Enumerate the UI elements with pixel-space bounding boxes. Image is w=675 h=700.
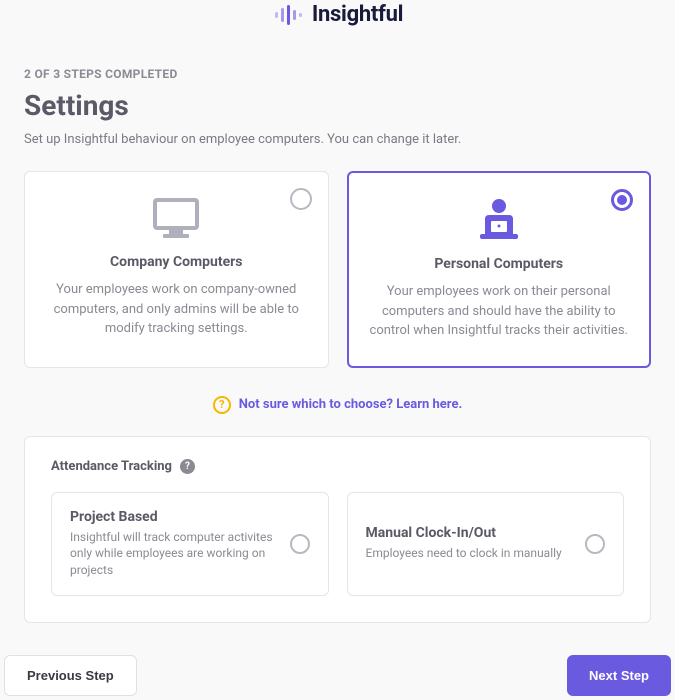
personal-computers-title: Personal Computers bbox=[370, 256, 629, 272]
logo: Insightful bbox=[272, 2, 403, 27]
personal-computers-option[interactable]: Personal Computers Your employees work o… bbox=[347, 171, 652, 368]
radio-unselected bbox=[290, 534, 310, 554]
footer-nav: Previous Step Next Step bbox=[0, 655, 675, 696]
company-computers-desc: Your employees work on company-owned com… bbox=[47, 280, 306, 339]
attendance-tracking-title: Attendance Tracking bbox=[51, 459, 172, 474]
computer-type-options: Company Computers Your employees work on… bbox=[24, 171, 651, 368]
next-step-button[interactable]: Next Step bbox=[567, 655, 671, 696]
help-link[interactable]: ? Not sure which to choose? Learn here. bbox=[24, 396, 651, 414]
logo-text: Insightful bbox=[312, 2, 403, 27]
project-based-desc: Insightful will track computer activites… bbox=[70, 529, 278, 579]
radio-unselected bbox=[585, 534, 605, 554]
monitor-icon bbox=[47, 198, 306, 240]
page-subtitle: Set up Insightful behaviour on employee … bbox=[24, 132, 651, 147]
progress-indicator: 2 OF 3 STEPS COMPLETED bbox=[24, 67, 651, 81]
previous-step-button[interactable]: Previous Step bbox=[4, 655, 137, 696]
logo-container: Insightful bbox=[0, 0, 675, 37]
page-title: Settings bbox=[24, 89, 651, 122]
project-based-title: Project Based bbox=[70, 509, 278, 525]
manual-clock-title: Manual Clock-In/Out bbox=[366, 525, 574, 541]
radio-unselected bbox=[290, 188, 312, 210]
company-computers-option[interactable]: Company Computers Your employees work on… bbox=[24, 171, 329, 368]
attendance-tracking-section: Attendance Tracking ? Project Based Insi… bbox=[24, 436, 651, 623]
manual-clock-option[interactable]: Manual Clock-In/Out Employees need to cl… bbox=[347, 492, 625, 596]
info-icon[interactable]: ? bbox=[180, 459, 195, 474]
company-computers-title: Company Computers bbox=[47, 254, 306, 270]
radio-selected bbox=[611, 189, 633, 211]
help-text: Not sure which to choose? Learn here. bbox=[239, 397, 463, 412]
insightful-logo-icon bbox=[272, 3, 304, 27]
person-laptop-icon bbox=[370, 198, 629, 242]
project-based-option[interactable]: Project Based Insightful will track comp… bbox=[51, 492, 329, 596]
question-icon: ? bbox=[213, 396, 231, 414]
manual-clock-desc: Employees need to clock in manually bbox=[366, 545, 574, 562]
personal-computers-desc: Your employees work on their personal co… bbox=[370, 282, 629, 341]
